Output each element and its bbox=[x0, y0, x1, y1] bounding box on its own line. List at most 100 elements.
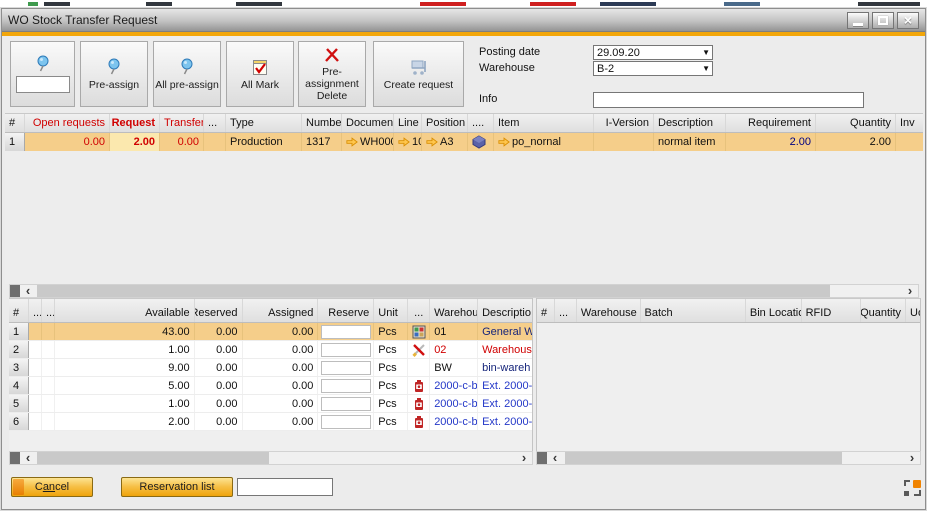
assigned-value: 0.00 bbox=[243, 395, 319, 412]
dots-cell bbox=[42, 323, 55, 340]
pre-assign-button[interactable]: Pre-assign bbox=[80, 41, 148, 107]
scroll-right-button[interactable]: › bbox=[905, 452, 919, 464]
dots-cell bbox=[29, 323, 42, 340]
row-number[interactable]: 1 bbox=[5, 133, 25, 151]
col-position: Position bbox=[422, 114, 468, 132]
assigned-value: 0.00 bbox=[243, 341, 319, 358]
pin-entry-input[interactable] bbox=[16, 76, 70, 93]
row-number[interactable]: 6 bbox=[9, 413, 29, 430]
table-row[interactable]: 6 2.00 0.00 0.00 Pcs 2000-c-b Ext. 2000- bbox=[9, 413, 532, 431]
create-request-button[interactable]: Create request bbox=[373, 41, 464, 107]
col-item: Item bbox=[494, 114, 594, 132]
pre-assignment-delete-label: Pre-assignment Delete bbox=[299, 66, 365, 102]
scroll-left-button[interactable]: ‹ bbox=[21, 452, 35, 464]
assigned-value: 0.00 bbox=[243, 413, 319, 430]
reserve-input[interactable] bbox=[321, 343, 371, 357]
background-fragment bbox=[44, 2, 70, 6]
titlebar[interactable]: WO Stock Transfer Request × bbox=[2, 9, 925, 32]
reserve-input[interactable] bbox=[321, 325, 371, 339]
background-fragment bbox=[724, 2, 760, 6]
unit-value: Pcs bbox=[374, 377, 408, 394]
all-mark-button[interactable]: All Mark bbox=[226, 41, 294, 107]
warehouse-code-link[interactable]: 2000-c-b bbox=[430, 413, 478, 430]
col-unit: Unit bbox=[374, 299, 408, 322]
reserve-input[interactable] bbox=[321, 361, 371, 375]
scrollbar-thumb[interactable] bbox=[37, 285, 830, 297]
row-number[interactable]: 2 bbox=[9, 341, 29, 358]
scroll-left-button[interactable]: ‹ bbox=[21, 285, 35, 297]
warehouse-code: 02 bbox=[430, 341, 478, 358]
table-row[interactable]: 4 5.00 0.00 0.00 Pcs 2000-c-b Ext. 2000- bbox=[9, 377, 532, 395]
scrollbar-thumb[interactable] bbox=[565, 452, 842, 464]
warehouse-select[interactable]: B-2 ▼ bbox=[593, 61, 713, 76]
posting-date-select[interactable]: 29.09.20 ▼ bbox=[593, 45, 713, 60]
link-arrow-icon[interactable] bbox=[346, 137, 358, 147]
chevron-down-icon[interactable]: ▼ bbox=[702, 64, 710, 73]
pin-entry-button[interactable] bbox=[10, 41, 75, 107]
col-warehouse: Warehous bbox=[430, 299, 478, 322]
info-input[interactable] bbox=[593, 92, 864, 108]
reservation-list-button[interactable]: Reservation list bbox=[121, 477, 233, 497]
assigned-value: 0.00 bbox=[243, 359, 319, 376]
close-button[interactable]: × bbox=[897, 12, 919, 29]
warehouse-code: 01 bbox=[430, 323, 478, 340]
link-arrow-icon[interactable] bbox=[498, 137, 510, 147]
table-row[interactable]: 5 1.00 0.00 0.00 Pcs 2000-c-b Ext. 2000- bbox=[9, 395, 532, 413]
footer-input[interactable] bbox=[237, 478, 333, 496]
cancel-button[interactable]: Cancel bbox=[11, 477, 93, 497]
col-dots2: .... bbox=[468, 114, 494, 132]
row-number[interactable]: 5 bbox=[9, 395, 29, 412]
type-value: Production bbox=[226, 133, 302, 151]
requests-table: # Open requests Request Transfered ... .… bbox=[5, 113, 923, 151]
maximize-button[interactable] bbox=[872, 12, 894, 29]
col-quantity: Quantity bbox=[816, 114, 896, 132]
batch-hscrollbar[interactable]: ‹ › bbox=[536, 451, 921, 465]
dots-cell bbox=[42, 377, 55, 394]
unit-value: Pcs bbox=[374, 359, 408, 376]
background-fragment bbox=[600, 2, 656, 6]
scroll-left-button[interactable]: ‹ bbox=[548, 452, 562, 464]
minimize-button[interactable] bbox=[847, 12, 869, 29]
quantity-value: 2.00 bbox=[816, 133, 896, 151]
row-number[interactable]: 4 bbox=[9, 377, 29, 394]
col-available: Available bbox=[55, 299, 195, 322]
availability-hscrollbar[interactable]: ‹ › bbox=[9, 451, 533, 465]
row-number[interactable]: 1 bbox=[9, 323, 29, 340]
resize-squares-icon[interactable] bbox=[904, 480, 921, 496]
link-arrow-icon[interactable] bbox=[426, 137, 438, 147]
scrollbar-cap bbox=[537, 452, 547, 464]
table-row[interactable]: 1 0.00 2.00 0.00 Production 1317 WH000 1… bbox=[5, 133, 923, 151]
link-arrow-icon[interactable] bbox=[398, 137, 410, 147]
col-reserve: Reserve bbox=[318, 299, 374, 322]
create-request-label: Create request bbox=[384, 79, 453, 91]
reserve-input[interactable] bbox=[321, 397, 371, 411]
col-description: Description bbox=[654, 114, 726, 132]
reserve-input[interactable] bbox=[321, 415, 371, 429]
table-row[interactable]: 3 9.00 0.00 0.00 Pcs BW bin-wareh bbox=[9, 359, 532, 377]
no-icon bbox=[408, 359, 430, 376]
row-number[interactable]: 3 bbox=[9, 359, 29, 376]
col-num: # bbox=[537, 299, 555, 322]
warehouse-code-link[interactable]: 2000-c-b bbox=[430, 395, 478, 412]
all-pre-assign-button[interactable]: All pre-assign bbox=[153, 41, 221, 107]
document-value: WH000 bbox=[360, 136, 394, 148]
pre-assignment-delete-button[interactable]: Pre-assignment Delete bbox=[298, 41, 366, 107]
window-controls: × bbox=[844, 12, 919, 29]
chevron-down-icon[interactable]: ▼ bbox=[702, 48, 710, 57]
scrollbar-cap bbox=[10, 285, 20, 297]
warehouse-description: Ext. 2000- bbox=[478, 395, 532, 412]
warehouse-code-link[interactable]: 2000-c-b bbox=[430, 377, 478, 394]
scrollbar-thumb[interactable] bbox=[37, 452, 269, 464]
all-mark-label: All Mark bbox=[241, 79, 279, 91]
available-value: 2.00 bbox=[55, 413, 195, 430]
requests-table-hscrollbar[interactable]: ‹ › bbox=[9, 284, 919, 298]
request-value[interactable]: 2.00 bbox=[110, 133, 160, 151]
item-cube-icon bbox=[472, 135, 486, 149]
scroll-right-button[interactable]: › bbox=[517, 452, 531, 464]
clipboard-check-icon bbox=[251, 58, 269, 76]
scroll-right-button[interactable]: › bbox=[903, 285, 917, 297]
reserve-input[interactable] bbox=[321, 379, 371, 393]
table-row[interactable]: 2 1.00 0.00 0.00 Pcs 02 Warehous bbox=[9, 341, 532, 359]
pre-assign-label: Pre-assign bbox=[89, 79, 139, 91]
table-row[interactable]: 1 43.00 0.00 0.00 Pcs 01 General W bbox=[9, 323, 532, 341]
